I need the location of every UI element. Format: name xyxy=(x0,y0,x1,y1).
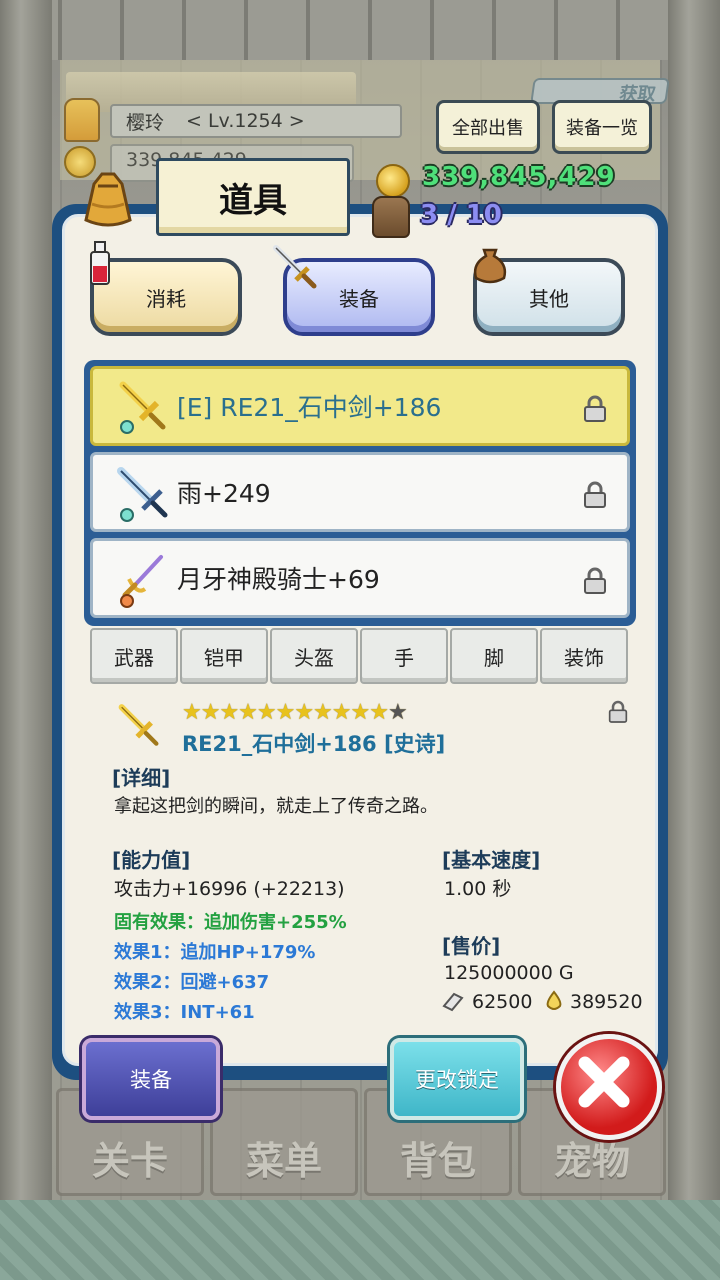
attack-stat: 攻击力+16996 (+22213) xyxy=(114,878,345,900)
filter-armor[interactable]: 铠甲 xyxy=(180,628,268,684)
gold-amount: 339,845,429 xyxy=(422,162,616,192)
tab-consumables[interactable]: 消耗 xyxy=(90,258,242,336)
rapier-icon xyxy=(120,555,163,608)
grey-star: ★ xyxy=(387,700,408,725)
drop-icon xyxy=(546,990,562,1010)
player-name: 樱玲 xyxy=(126,111,165,134)
item-name: 雨+249 xyxy=(177,479,271,508)
detail-lock-icon[interactable] xyxy=(608,700,628,724)
ability-heading: [能力值] xyxy=(112,848,191,872)
item-bag-icon xyxy=(84,172,132,227)
background-floor xyxy=(0,1200,720,1280)
drop-amount: 389520 xyxy=(570,991,643,1013)
sell-all-button[interactable]: 全部出售 xyxy=(436,100,540,154)
background-pillar-right xyxy=(668,0,720,1200)
effect-3: 效果3：INT+61 xyxy=(114,1002,255,1023)
list-item[interactable]: [E] RE21_石中剑+186 xyxy=(90,366,630,446)
tab-consumables-label: 消耗 xyxy=(146,286,186,311)
page-title: 道具 xyxy=(156,158,350,236)
tab-other-label: 其他 xyxy=(529,286,569,311)
item-name: [E] RE21_石中剑+186 xyxy=(177,393,442,422)
detail-item-icon xyxy=(118,704,159,746)
equip-button[interactable]: 装备 xyxy=(82,1038,220,1120)
sword-icon xyxy=(273,245,317,289)
background-ceiling xyxy=(0,0,720,60)
filter-hand[interactable]: 手 xyxy=(360,628,448,684)
change-lock-label: 更改锁定 xyxy=(415,1068,499,1092)
stone-icon xyxy=(442,992,464,1012)
inherent-effect: 固有效果：追加伤害+255% xyxy=(114,912,347,933)
equipment-list-label: 装备一览 xyxy=(566,118,638,139)
gold-stars: ★★★★★★★★★★★ xyxy=(182,700,389,725)
pouch-icon xyxy=(473,248,507,284)
change-lock-button[interactable]: 更改锁定 xyxy=(390,1038,524,1120)
item-list: [E] RE21_石中剑+186 雨+249 月牙神殿骑士+69 xyxy=(84,360,636,626)
list-item[interactable]: 月牙神殿骑士+69 xyxy=(90,538,630,618)
lock-icon[interactable] xyxy=(583,567,607,595)
player-level: < Lv.1254 > xyxy=(186,110,305,132)
golden-sword-icon xyxy=(119,381,166,434)
background-pillar-left xyxy=(0,0,52,1200)
filter-weapon[interactable]: 武器 xyxy=(90,628,178,684)
backpack-icon xyxy=(372,196,410,238)
potion-icon xyxy=(90,241,110,285)
nav-stage-label: 关卡 xyxy=(91,1139,168,1183)
gold-coin-icon xyxy=(376,164,410,198)
attack-speed: 1.00 秒 xyxy=(444,878,512,900)
page-title-text: 道具 xyxy=(219,180,287,221)
player-info-bar: 樱玲 < Lv.1254 > xyxy=(110,104,402,138)
nav-menu-label: 菜单 xyxy=(245,1139,322,1183)
detail-item-name: RE21_石中剑+186 [史诗] xyxy=(182,732,446,756)
item-description: 拿起这把剑的瞬间，就走上了传奇之路。 xyxy=(114,796,438,817)
speed-heading: [基本速度] xyxy=(442,848,541,872)
close-button[interactable] xyxy=(556,1034,662,1140)
sell-all-label: 全部出售 xyxy=(452,118,524,139)
lock-icon[interactable] xyxy=(583,481,607,509)
detail-heading: [详细] xyxy=(112,766,171,790)
filter-foot[interactable]: 脚 xyxy=(450,628,538,684)
tab-equipment-label: 装备 xyxy=(339,286,379,311)
rarity-stars: ★★★★★★★★★★★★ xyxy=(182,700,408,725)
blue-sword-icon xyxy=(117,467,168,522)
filter-helmet[interactable]: 头盔 xyxy=(270,628,358,684)
stone-amount: 62500 xyxy=(472,991,533,1013)
price-heading: [售价] xyxy=(442,934,501,958)
equipment-list-button[interactable]: 装备一览 xyxy=(552,100,652,154)
item-name: 月牙神殿骑士+69 xyxy=(177,565,380,594)
bag-capacity: 3 / 10 xyxy=(420,200,502,230)
equip-button-label: 装备 xyxy=(130,1068,172,1092)
equipment-filter-bar: 武器 铠甲 头盔 手 脚 装饰 xyxy=(90,628,630,684)
close-icon xyxy=(578,1056,630,1108)
nav-menu[interactable]: 菜单 xyxy=(210,1088,358,1196)
list-item[interactable]: 雨+249 xyxy=(90,452,630,532)
filter-accessory[interactable]: 装饰 xyxy=(540,628,628,684)
nav-bag-label: 背包 xyxy=(399,1139,476,1183)
player-avatar xyxy=(64,98,100,142)
effect-2: 效果2：回避+637 xyxy=(114,972,270,993)
lock-icon[interactable] xyxy=(583,395,607,423)
effect-1: 效果1：追加HP+179% xyxy=(114,942,316,963)
sell-price: 125000000 G xyxy=(444,962,574,984)
